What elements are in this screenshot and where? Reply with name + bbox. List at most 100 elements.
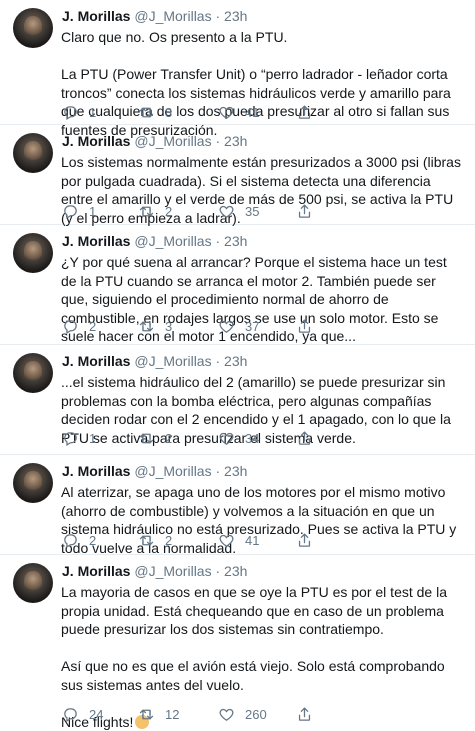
tweet[interactable]: J. Morillas @J_Morillas · 23h La mayoria… xyxy=(0,555,475,730)
reply-button[interactable]: 1 xyxy=(62,104,96,121)
tweet-actions: 1 3 41 xyxy=(62,104,382,124)
tweet[interactable]: J. Morillas @J_Morillas · 23h ...el sist… xyxy=(0,345,475,455)
reply-button[interactable]: 2 xyxy=(62,532,96,549)
like-count: 260 xyxy=(245,707,267,722)
like-count: 34 xyxy=(245,431,260,446)
retweet-icon xyxy=(139,535,154,546)
author-name[interactable]: J. Morillas xyxy=(62,133,130,149)
like-button[interactable]: 37 xyxy=(218,318,259,335)
retweet-count: 3 xyxy=(165,105,173,120)
retweet-count: 2 xyxy=(165,204,173,219)
share-icon xyxy=(298,204,311,218)
retweet-button[interactable]: 2 xyxy=(138,430,172,447)
avatar[interactable] xyxy=(13,8,53,48)
tweet[interactable]: J. Morillas @J_Morillas · 23h ¿Y por qué… xyxy=(0,225,475,345)
like-count: 37 xyxy=(245,319,260,334)
reply-icon xyxy=(64,205,77,220)
like-button[interactable]: 41 xyxy=(218,532,259,549)
avatar[interactable] xyxy=(13,133,53,173)
like-button[interactable]: 260 xyxy=(218,706,267,723)
author-handle[interactable]: @J_Morillas xyxy=(134,233,211,249)
timestamp[interactable]: 23h xyxy=(224,463,247,479)
share-button[interactable] xyxy=(296,318,313,335)
retweet-icon xyxy=(139,709,154,720)
reply-button[interactable]: 1 xyxy=(62,203,96,220)
like-button[interactable]: 35 xyxy=(218,203,259,220)
reply-count: 2 xyxy=(89,533,97,548)
tweet-actions: 1 2 35 xyxy=(62,203,382,223)
retweet-icon xyxy=(139,321,154,332)
share-button[interactable] xyxy=(296,104,313,121)
separator: · xyxy=(215,353,221,369)
share-button[interactable] xyxy=(296,532,313,549)
retweet-button[interactable]: 2 xyxy=(138,203,172,220)
author-handle[interactable]: @J_Morillas xyxy=(134,463,211,479)
share-button[interactable] xyxy=(296,430,313,447)
separator: · xyxy=(215,463,221,479)
like-button[interactable]: 34 xyxy=(218,430,259,447)
share-icon xyxy=(298,533,311,547)
separator: · xyxy=(215,8,221,24)
author-name[interactable]: J. Morillas xyxy=(62,463,130,479)
timestamp[interactable]: 23h xyxy=(224,563,247,579)
share-button[interactable] xyxy=(296,706,313,723)
separator: · xyxy=(215,133,221,149)
retweet-button[interactable]: 3 xyxy=(138,104,172,121)
heart-icon xyxy=(219,320,234,333)
reply-icon xyxy=(64,708,77,723)
heart-icon xyxy=(219,708,234,721)
author-handle[interactable]: @J_Morillas xyxy=(134,353,211,369)
avatar[interactable] xyxy=(13,463,53,503)
reply-button[interactable]: 24 xyxy=(62,706,103,723)
tweet-header: J. Morillas @J_Morillas · 23h xyxy=(62,8,247,24)
tweet-header: J. Morillas @J_Morillas · 23h xyxy=(62,353,247,369)
avatar[interactable] xyxy=(13,353,53,393)
tweet[interactable]: J. Morillas @J_Morillas · 23h Los sistem… xyxy=(0,125,475,226)
tweet-actions: 1 2 34 xyxy=(62,430,382,450)
timestamp[interactable]: 23h xyxy=(224,353,247,369)
author-name[interactable]: J. Morillas xyxy=(62,563,130,579)
separator: · xyxy=(215,563,221,579)
timestamp[interactable]: 23h xyxy=(224,233,247,249)
share-icon xyxy=(298,319,311,333)
reply-button[interactable]: 1 xyxy=(62,430,96,447)
retweet-button[interactable]: 2 xyxy=(138,532,172,549)
tweet-header: J. Morillas @J_Morillas · 23h xyxy=(62,463,247,479)
retweet-count: 3 xyxy=(165,319,173,334)
retweet-icon xyxy=(139,206,154,217)
share-icon xyxy=(298,707,311,721)
separator: · xyxy=(215,233,221,249)
tweet-actions: 24 12 260 xyxy=(62,706,382,726)
avatar[interactable] xyxy=(13,563,53,603)
retweet-button[interactable]: 3 xyxy=(138,318,172,335)
share-icon xyxy=(298,431,311,445)
retweet-count: 12 xyxy=(165,707,180,722)
author-name[interactable]: J. Morillas xyxy=(62,233,130,249)
timestamp[interactable]: 23h xyxy=(224,8,247,24)
heart-icon xyxy=(219,432,234,445)
retweet-count: 2 xyxy=(165,431,173,446)
like-count: 41 xyxy=(245,105,260,120)
avatar[interactable] xyxy=(13,233,53,273)
retweet-count: 2 xyxy=(165,533,173,548)
tweet[interactable]: J. Morillas @J_Morillas · 23h Claro que … xyxy=(0,0,475,138)
tweet-actions: 2 2 41 xyxy=(62,532,382,552)
heart-icon xyxy=(219,534,234,547)
tweet[interactable]: J. Morillas @J_Morillas · 23h Al aterriz… xyxy=(0,455,475,556)
reply-icon xyxy=(64,106,77,121)
reply-icon xyxy=(64,432,77,447)
reply-button[interactable]: 2 xyxy=(62,318,96,335)
like-button[interactable]: 41 xyxy=(218,104,259,121)
author-handle[interactable]: @J_Morillas xyxy=(134,133,211,149)
author-handle[interactable]: @J_Morillas xyxy=(134,8,211,24)
timestamp[interactable]: 23h xyxy=(224,133,247,149)
reply-count: 1 xyxy=(89,105,97,120)
author-name[interactable]: J. Morillas xyxy=(62,353,130,369)
author-handle[interactable]: @J_Morillas xyxy=(134,563,211,579)
retweet-icon xyxy=(139,107,154,118)
reply-icon xyxy=(64,320,77,335)
share-icon xyxy=(298,105,311,119)
author-name[interactable]: J. Morillas xyxy=(62,8,130,24)
retweet-button[interactable]: 12 xyxy=(138,706,179,723)
share-button[interactable] xyxy=(296,203,313,220)
